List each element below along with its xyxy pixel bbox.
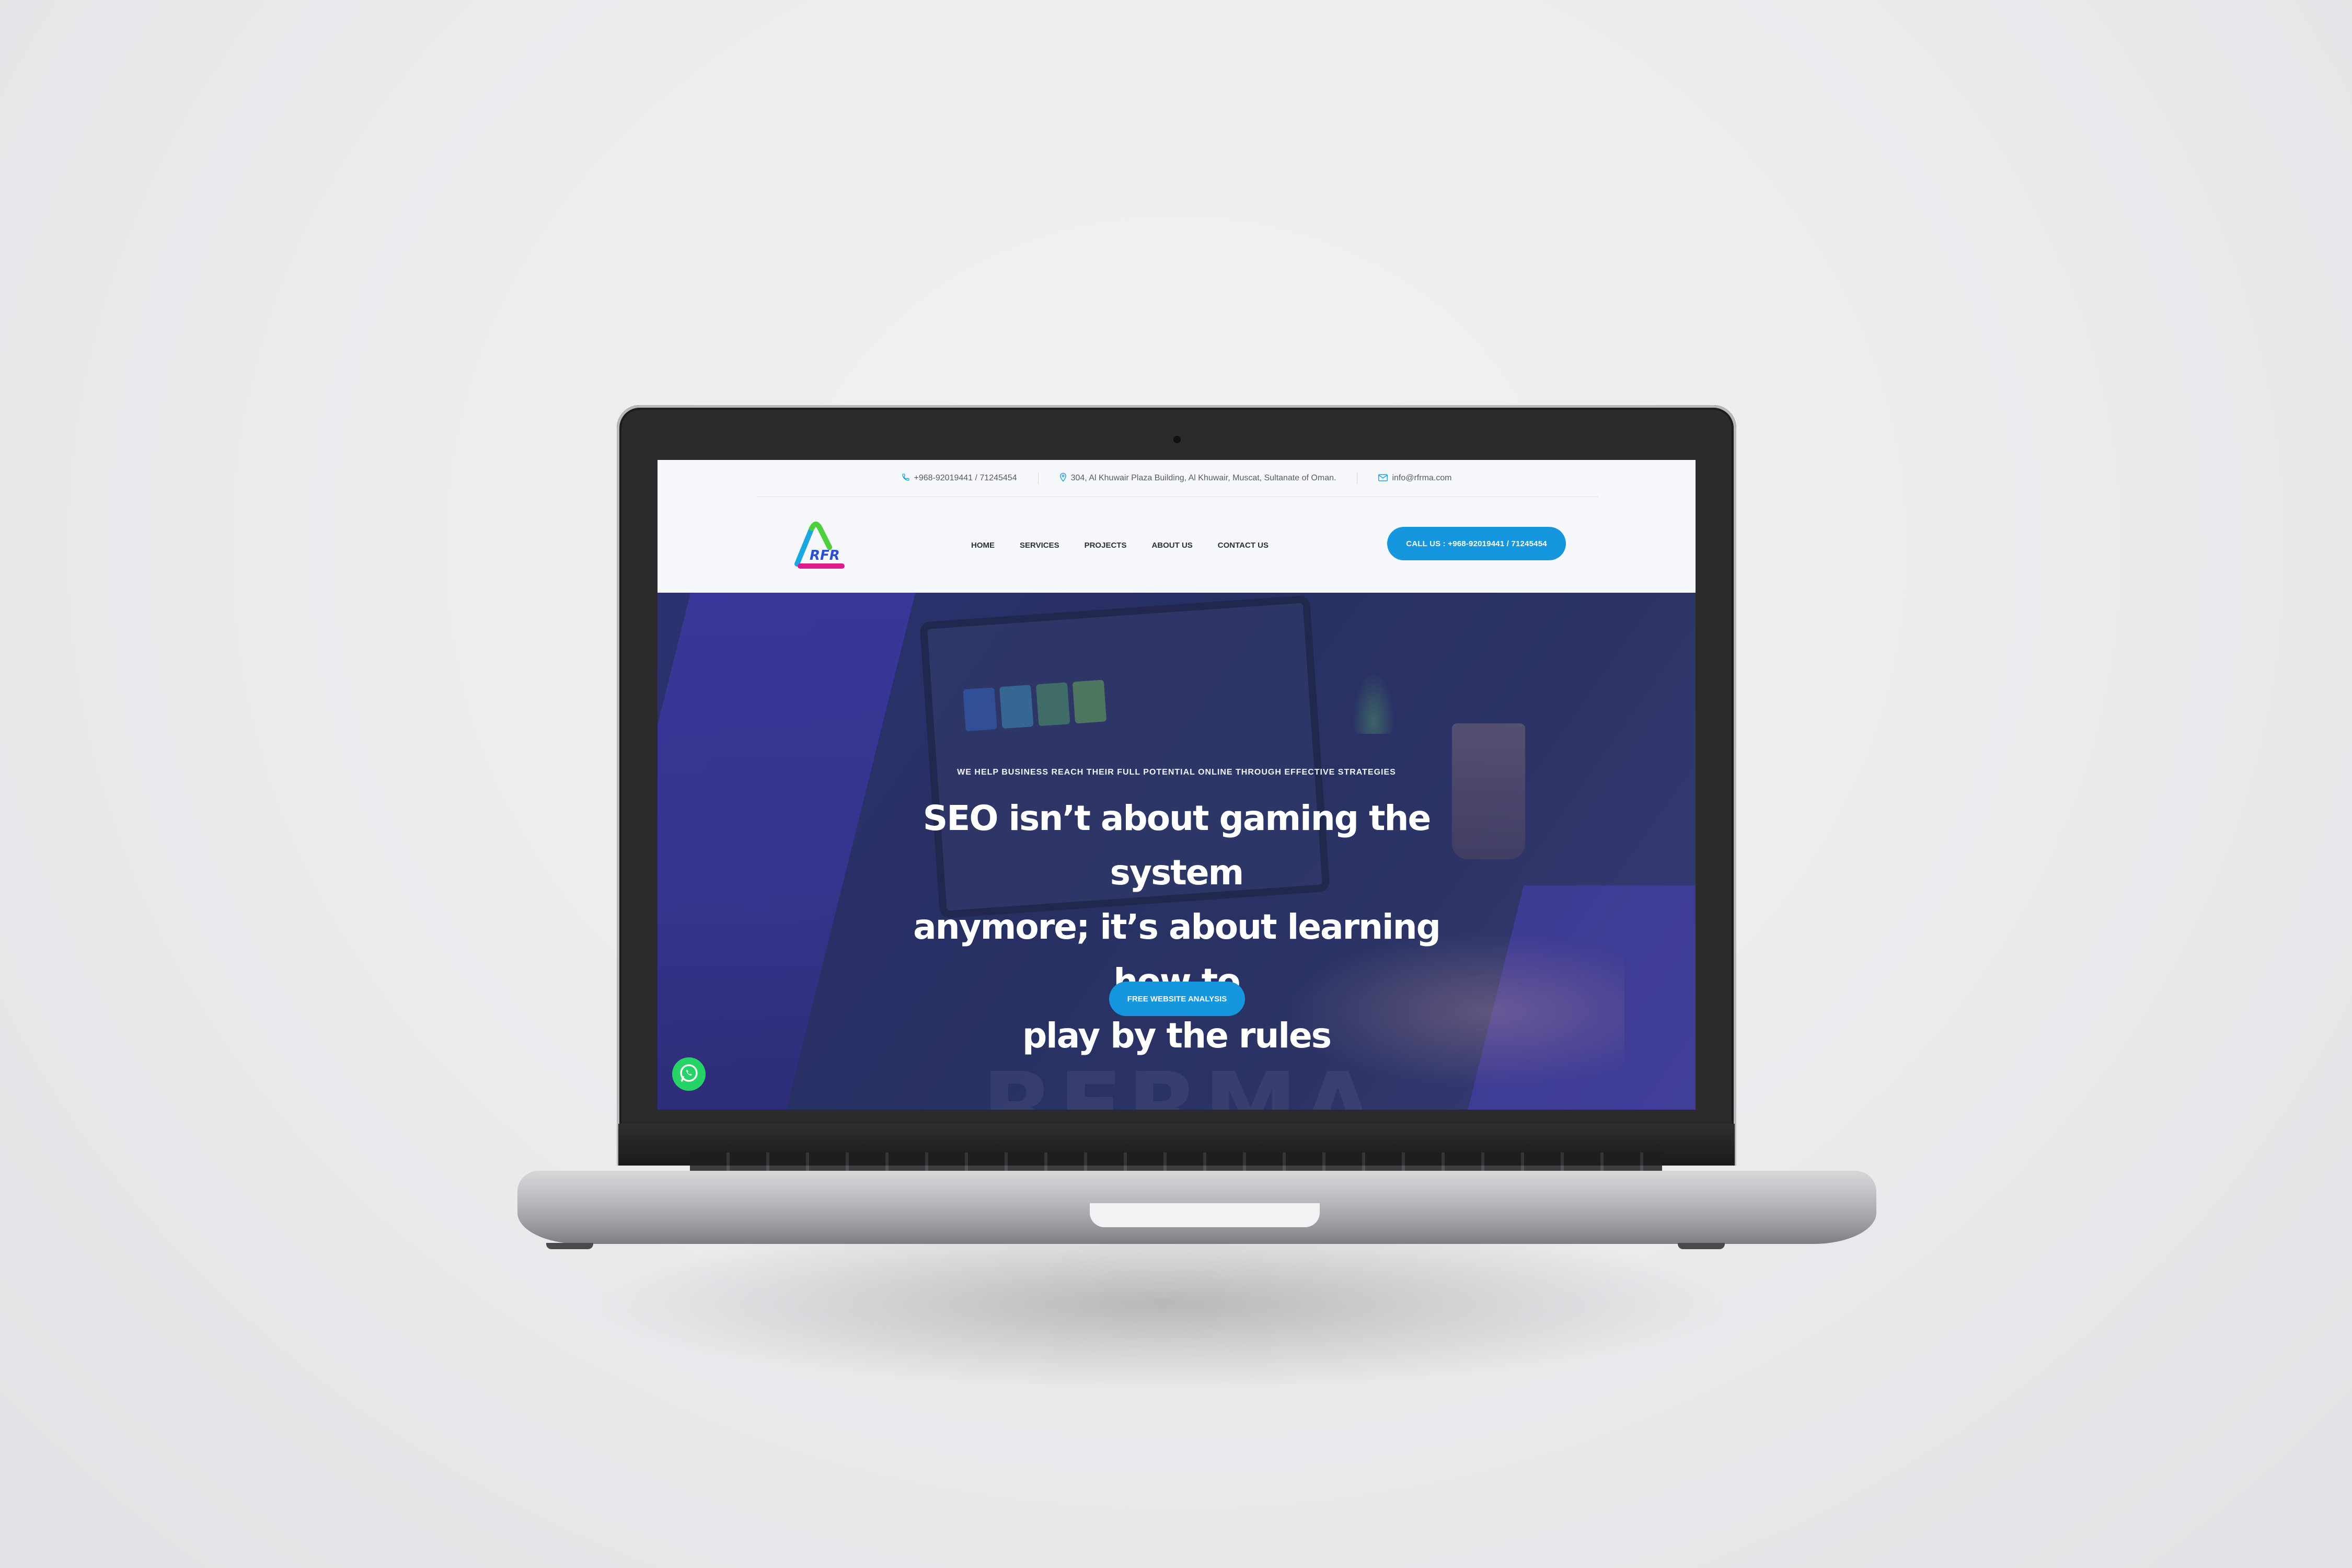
topbar-email-text: info@rfrma.com	[1392, 474, 1452, 482]
topbar-phone[interactable]: +968-92019441 / 71245454	[902, 473, 1017, 484]
topbar-address-text: 304, Al Khuwair Plaza Building, Al Khuwa…	[1070, 474, 1336, 482]
site-logo[interactable]: RFR	[786, 513, 854, 575]
bg-dashboard-tile	[1072, 679, 1107, 724]
whatsapp-icon	[678, 1063, 699, 1086]
call-us-button[interactable]: CALL US : +968-92019441 / 71245454	[1387, 527, 1566, 560]
hero-section: RFRMA WE HELP BUSINESS REACH THEIR FULL …	[658, 593, 1696, 1110]
bg-dashboard-tile	[1035, 682, 1070, 727]
topbar-divider	[1037, 472, 1039, 484]
topbar-email[interactable]: info@rfrma.com	[1378, 473, 1451, 484]
whatsapp-button[interactable]	[672, 1057, 706, 1091]
nav-contact-us[interactable]: CONTACT US	[1218, 541, 1269, 550]
website-screen: +968-92019441 / 71245454 304, Al Khuwair…	[658, 460, 1696, 1110]
nav-services[interactable]: SERVICES	[1020, 541, 1059, 550]
laptop-foot-left	[546, 1243, 593, 1249]
topbar-address: 304, Al Khuwair Plaza Building, Al Khuwa…	[1059, 472, 1336, 485]
laptop-foot-right	[1678, 1243, 1725, 1249]
topbar-phone-text: +968-92019441 / 71245454	[914, 474, 1017, 482]
trackpad-notch	[1090, 1203, 1320, 1227]
nav-projects[interactable]: PROJECTS	[1085, 541, 1127, 550]
phone-icon	[902, 473, 910, 484]
logo-text: RFR	[810, 548, 840, 563]
bg-dashboard-tile	[963, 687, 997, 732]
hero-headline-line: SEO isn’t about gaming the system	[923, 798, 1432, 893]
webcam	[1173, 436, 1181, 443]
main-nav: HOME SERVICES PROJECTS ABOUT US CONTACT …	[971, 497, 1269, 594]
hero-accent-band	[658, 593, 916, 1110]
free-website-analysis-button[interactable]: FREE WEBSITE ANALYSIS	[1109, 982, 1245, 1016]
hero-background-plant	[1353, 671, 1394, 734]
nav-about-us[interactable]: ABOUT US	[1151, 541, 1192, 550]
site-header: RFR HOME SERVICES PROJECTS ABOUT US CONT…	[658, 497, 1696, 594]
nav-home[interactable]: HOME	[971, 541, 995, 550]
hero-headline-line: play by the rules	[1022, 1016, 1332, 1056]
contact-topbar: +968-92019441 / 71245454 304, Al Khuwair…	[658, 460, 1696, 497]
hero-eyebrow: WE HELP BUSINESS REACH THEIR FULL POTENT…	[957, 768, 1396, 777]
map-pin-icon	[1059, 472, 1067, 485]
mail-icon	[1378, 473, 1388, 484]
bg-dashboard-tile	[999, 685, 1034, 729]
hero-headline: SEO isn’t about gaming the system anymor…	[889, 791, 1464, 1063]
